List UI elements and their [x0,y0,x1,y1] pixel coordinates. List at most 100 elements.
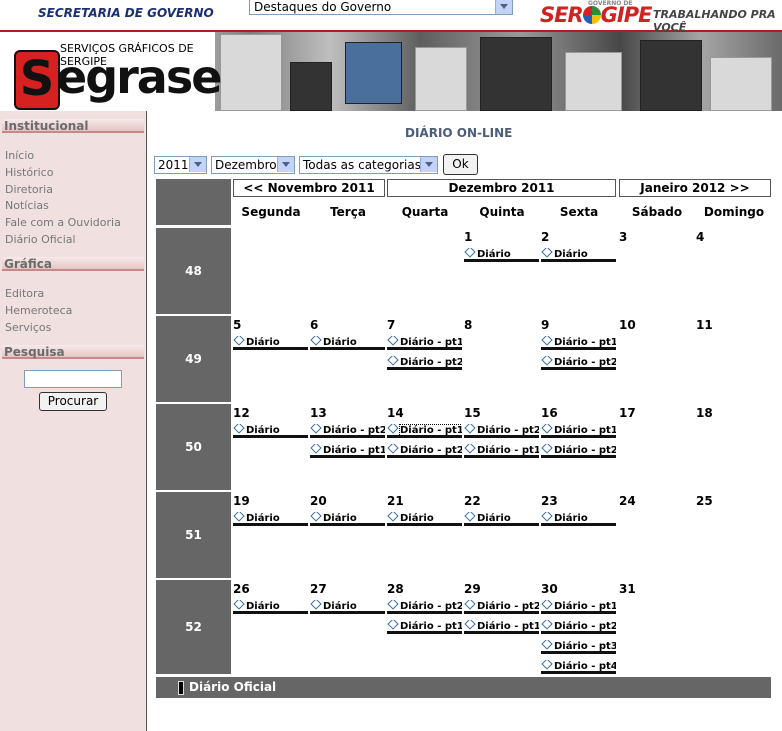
chevron-down-icon[interactable] [189,157,206,172]
diario-link[interactable]: Diário [233,336,308,350]
day-number: 10 [619,318,636,332]
diario-link[interactable]: Diário - pt1 [387,336,462,350]
sidebar-item-inicio[interactable]: Início [5,149,34,162]
diario-link-label: Diário - pt1 [400,621,462,632]
destaques-select[interactable]: Destaques do Governo [249,0,513,15]
diario-link-label: Diário - pt1 [399,424,462,436]
day-number: 12 [233,406,250,420]
diario-link[interactable]: Diário - pt2 [541,444,616,458]
sidebar-item-hemeroteca[interactable]: Hemeroteca [5,304,72,317]
diario-link-label: Diário - pt1 [477,621,539,632]
diario-link[interactable]: Diário - pt2 [387,600,462,614]
day-number: 3 [619,230,628,244]
day-name: Quarta [401,205,449,219]
diario-link[interactable]: Diário [233,512,308,526]
chevron-down-icon[interactable] [277,157,294,172]
printing-machine-image [345,42,402,104]
diario-link[interactable]: Diário - pt2 [541,356,616,370]
sidebar-item-noticias[interactable]: Notícias [5,199,49,212]
diario-link-label: Diário [323,513,357,524]
diario-link[interactable]: Diário [464,248,539,262]
diamond-icon [310,424,322,434]
printing-machine-image [565,52,622,111]
diario-link[interactable]: Diário - pt2 [387,444,462,458]
day-number: 16 [541,406,558,420]
ok-button[interactable]: Ok [443,154,478,175]
printing-machine-image [710,57,772,111]
day-number: 15 [464,406,481,420]
day-name: Terça [330,205,366,219]
diamond-icon [541,640,553,650]
day-number: 4 [696,230,705,244]
diario-link[interactable]: Diário [464,512,539,526]
diamond-icon [233,512,245,522]
diario-link-label: Diário [323,337,357,348]
diario-link[interactable]: Diário - pt2 [464,424,539,438]
diario-link[interactable]: Diário - pt1 [464,444,539,458]
diario-link[interactable]: Diário [233,424,308,438]
sergipe-logo-globe-icon [582,6,601,24]
diario-link[interactable]: Diário [541,512,616,526]
diario-link-label: Diário - pt2 [554,445,616,456]
diario-link[interactable]: Diário [541,248,616,262]
day-number: 11 [696,318,713,332]
diario-link[interactable]: Diário [310,512,385,526]
day-number: 24 [619,494,636,508]
week-header-cell [156,179,231,225]
chevron-down-icon[interactable] [420,157,437,172]
diario-link[interactable]: Diário [310,336,385,350]
diamond-icon [233,336,245,346]
search-input[interactable] [24,370,122,388]
diamond-icon [541,424,553,434]
day-number: 17 [619,406,636,420]
diario-link-label: Diário - pt2 [400,601,462,612]
day-number: 27 [310,582,327,596]
sidebar-item-ouvidoria[interactable]: Fale com a Ouvidoria [5,216,121,229]
year-select[interactable]: 2011 [154,156,207,174]
week-number: 49 [156,316,231,402]
sidebar-item-historico[interactable]: Histórico [5,166,53,179]
day-name: Sábado [631,205,683,219]
week-number: 50 [156,404,231,490]
diario-link[interactable]: Diário - pt1 [387,620,462,634]
printing-machine-image [480,37,552,111]
diario-link[interactable]: Diário [310,600,385,614]
footer-marker-icon [178,681,184,695]
diario-link[interactable]: Diário - pt1 [310,444,385,458]
diario-link-label: Diário [246,337,280,348]
prev-month-link[interactable]: << Novembro 2011 [233,179,385,197]
diario-link[interactable]: Diário - pt4 [541,660,616,674]
sidebar-item-diario-oficial[interactable]: Diário Oficial [5,233,76,246]
sidebar-item-diretoria[interactable]: Diretoria [5,183,53,196]
diario-link[interactable]: Diário - pt1 [541,336,616,350]
sidebar-item-servicos[interactable]: Serviços [5,321,51,334]
top-bar: SECRETARIA DE GOVERNO Destaques do Gover… [0,0,782,34]
current-month-label: Dezembro 2011 [387,179,616,197]
day-name: Sexta [559,205,599,219]
day-name: Quinta [479,205,525,219]
diario-link[interactable]: Diário - pt1 [387,424,462,438]
diario-link[interactable]: Diário - pt2 [464,600,539,614]
category-select[interactable]: Todas as categorias [299,156,438,174]
search-button[interactable]: Procurar [39,392,107,411]
diario-link[interactable]: Diário - pt2 [387,356,462,370]
printing-machine-image [290,62,332,111]
next-month-link[interactable]: Janeiro 2012 >> [619,179,771,197]
diario-link[interactable]: Diário - pt2 [310,424,385,438]
day-number: 23 [541,494,558,508]
diario-link[interactable]: Diário - pt3 [541,640,616,654]
day-number: 30 [541,582,558,596]
diario-link[interactable]: Diário - pt1 [541,600,616,614]
chevron-down-icon[interactable] [495,0,512,14]
secretaria-label: SECRETARIA DE GOVERNO [38,6,214,20]
diario-link[interactable]: Diário - pt2 [541,620,616,634]
diario-link-label: Diário - pt2 [477,601,539,612]
sidebar-item-editora[interactable]: Editora [5,287,44,300]
diario-link[interactable]: Diário [387,512,462,526]
day-number: 20 [310,494,327,508]
diario-link[interactable]: Diário - pt1 [541,424,616,438]
day-number: 29 [464,582,481,596]
diario-link[interactable]: Diário [233,600,308,614]
month-select[interactable]: Dezembro [211,156,295,174]
diario-link[interactable]: Diário - pt1 [464,620,539,634]
